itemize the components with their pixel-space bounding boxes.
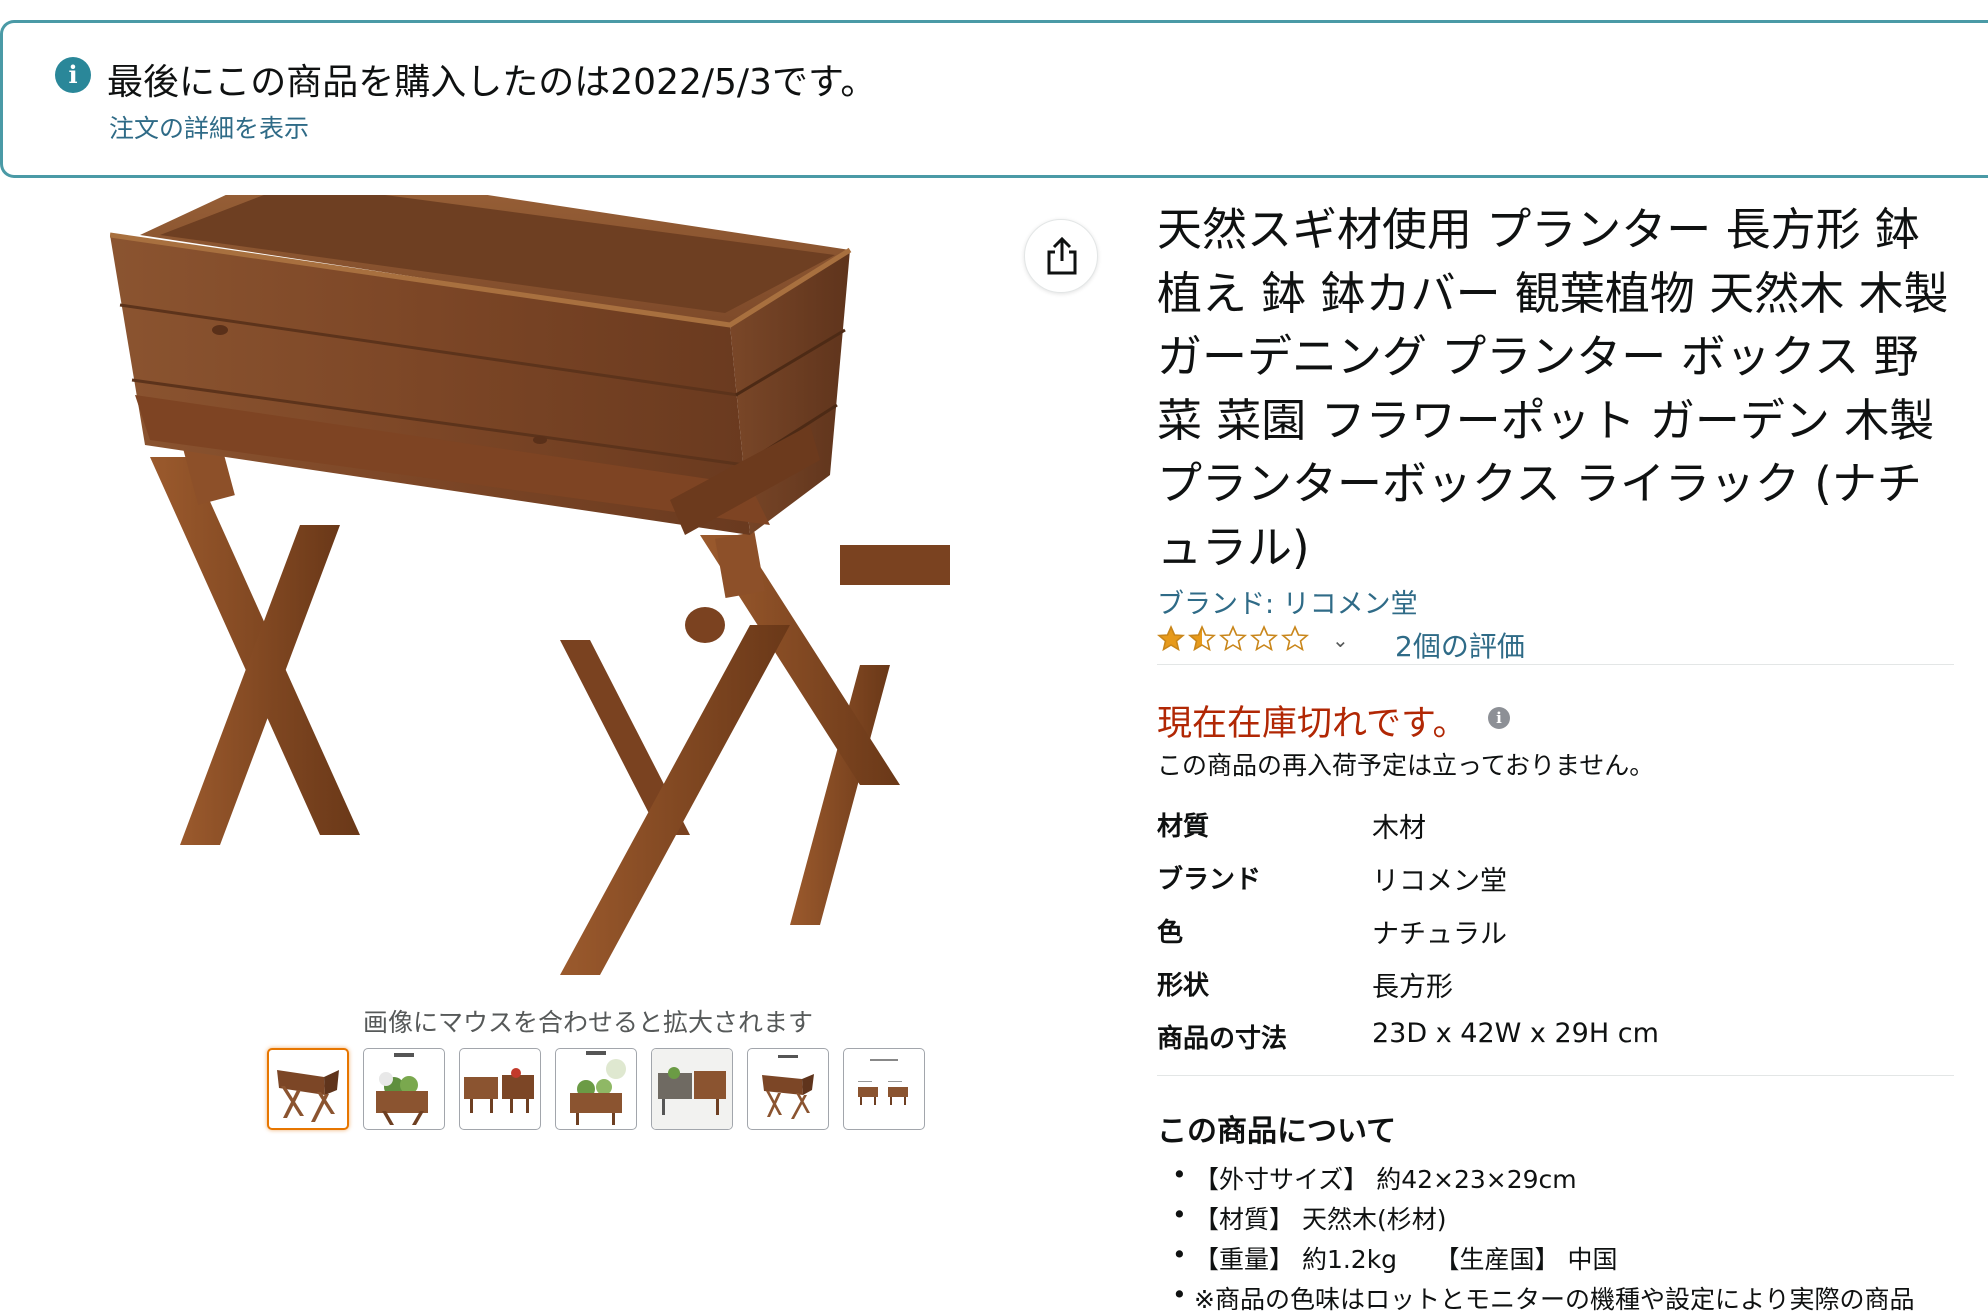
zoom-hint: 画像にマウスを合わせると拡大されます: [363, 1008, 814, 1037]
spec-key: 商品の寸法: [1157, 1024, 1288, 1054]
info-icon: i: [55, 57, 91, 93]
thumbnail-4[interactable]: [555, 1048, 637, 1130]
notice-message: 最後にこの商品を購入したのは2022/5/3です。: [107, 62, 877, 103]
thumbnail-7[interactable]: [843, 1048, 925, 1130]
share-button[interactable]: [1024, 219, 1098, 293]
spec-value: 木材: [1372, 813, 1426, 844]
thumbnail-2[interactable]: [363, 1048, 445, 1130]
spec-key: 形状: [1157, 971, 1210, 1001]
thumbnail-1[interactable]: [267, 1048, 349, 1130]
share-icon: [1047, 236, 1077, 275]
info-icon[interactable]: i: [1488, 707, 1510, 729]
thumbnail-3[interactable]: [459, 1048, 541, 1130]
chevron-down-icon[interactable]: ⌄: [1332, 628, 1349, 652]
stock-status: 現在在庫切れです。: [1157, 704, 1468, 744]
spec-key: 色: [1157, 918, 1184, 948]
bullet-text: 【外寸サイズ】 約42×23×29cm: [1194, 1165, 1577, 1194]
reviews-count-link[interactable]: 2個の評価: [1395, 625, 1525, 665]
divider: [1157, 664, 1954, 665]
purchase-notice-banner: i 最後にこの商品を購入したのは2022/5/3です。 注文の詳細を表示: [0, 20, 1988, 178]
product-title: 天然スギ材使用 プランター 長方形 鉢植え 鉢 鉢カバー 観葉植物 天然木 木製…: [1157, 203, 1949, 574]
brand-link[interactable]: ブランド: リコメン堂: [1157, 582, 1418, 621]
bullet-text: ※商品の色味はロットとモニターの機種や設定により実際の商品: [1194, 1285, 1915, 1314]
star-rating[interactable]: [1156, 624, 1317, 664]
spec-value: 長方形: [1372, 972, 1453, 1003]
thumbnail-6[interactable]: [747, 1048, 829, 1130]
spec-value: 23D x 42W x 29H cm: [1372, 1018, 1659, 1049]
spec-value: リコメン堂: [1372, 866, 1507, 897]
spec-key: ブランド: [1157, 865, 1262, 895]
divider: [1157, 1075, 1954, 1076]
bullet-text: 【重量】 約1.2kg 【生産国】 中国: [1194, 1245, 1618, 1274]
thumbnail-5[interactable]: [651, 1048, 733, 1130]
about-section-title: この商品について: [1157, 1114, 1397, 1149]
spec-key: 材質: [1157, 812, 1210, 842]
restock-note: この商品の再入荷予定は立っておりません。: [1157, 751, 1655, 780]
main-product-image[interactable]: [109, 165, 1095, 1005]
bullet-text: 【材質】 天然木(杉材): [1194, 1205, 1447, 1234]
order-details-link[interactable]: 注文の詳細を表示: [109, 109, 309, 145]
spec-value: ナチュラル: [1372, 919, 1507, 950]
